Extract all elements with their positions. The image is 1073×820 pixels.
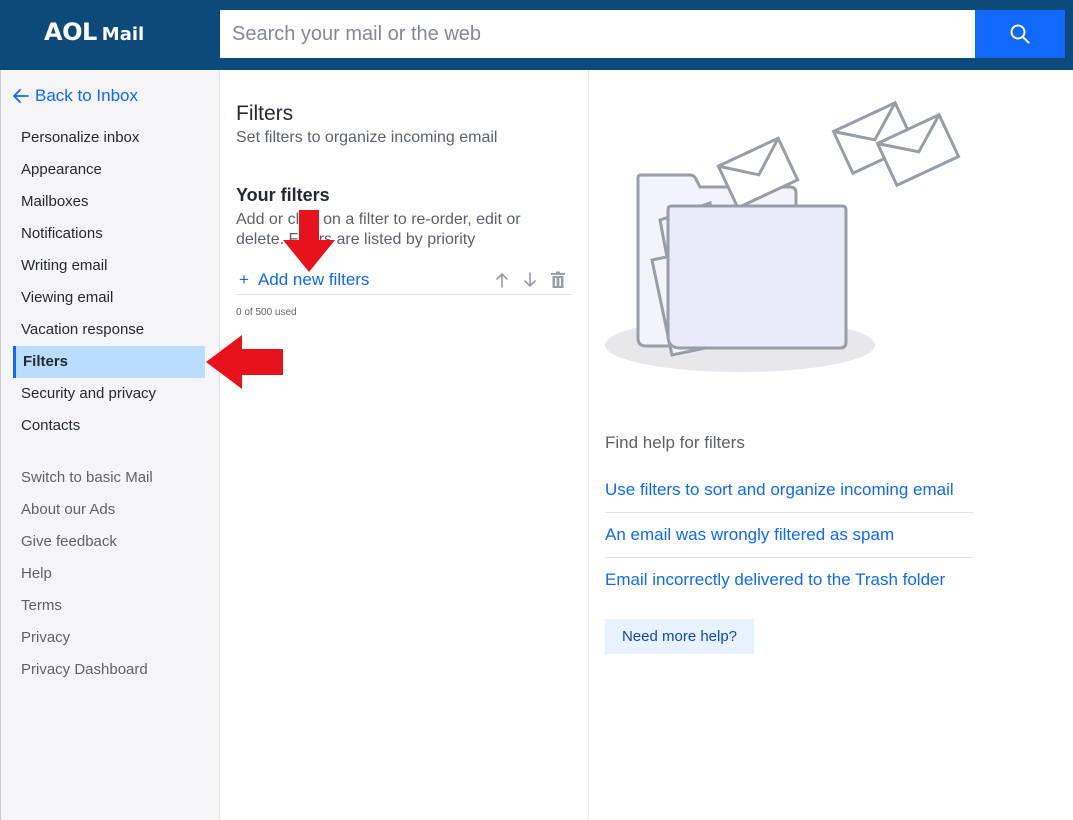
add-new-filters-label: Add new filters <box>257 270 370 289</box>
sidebar-item-viewing-email[interactable]: Viewing email <box>21 289 113 306</box>
help-link-delivered-to-trash[interactable]: Email incorrectly delivered to the Trash… <box>605 570 973 602</box>
help-link-use-filters[interactable]: Use filters to sort and organize incomin… <box>605 480 973 513</box>
logo-product: Mail <box>101 24 145 45</box>
logo-brand: AOL <box>44 18 97 46</box>
sidebar-item-personalize-inbox[interactable]: Personalize inbox <box>21 129 139 146</box>
arrow-up-icon[interactable] <box>494 271 510 289</box>
aol-mail-logo[interactable]: AOL Mail <box>44 18 144 46</box>
sidebar-link-about-our-ads[interactable]: About our Ads <box>21 501 115 518</box>
sidebar-link-terms[interactable]: Terms <box>21 597 62 614</box>
section-title: Your filters <box>236 185 330 205</box>
add-new-filters-button[interactable]: + Add new filters <box>239 270 369 290</box>
sidebar-item-filters[interactable]: Filters <box>13 346 205 378</box>
filters-toolbar: + Add new filters <box>236 268 572 295</box>
red-arrow-down-annotation <box>283 210 335 272</box>
filters-panel: Filters Set filters to organize incoming… <box>221 70 589 820</box>
sidebar-item-appearance[interactable]: Appearance <box>21 161 102 178</box>
arrow-left-icon <box>13 89 29 103</box>
page-subtitle: Set filters to organize incoming email <box>236 129 498 146</box>
search-input[interactable] <box>220 10 975 58</box>
page-title: Filters <box>236 102 294 125</box>
back-to-inbox-link[interactable]: Back to Inbox <box>13 86 138 106</box>
sidebar-item-writing-email[interactable]: Writing email <box>21 257 107 274</box>
sidebar-link-privacy[interactable]: Privacy <box>21 629 70 646</box>
settings-sidebar: Back to Inbox Personalize inbox Appearan… <box>0 70 220 820</box>
need-more-help-button[interactable]: Need more help? <box>605 619 754 654</box>
folder-envelopes-illustration <box>605 100 961 372</box>
top-bar: AOL Mail <box>0 0 1073 70</box>
sidebar-link-switch-to-basic-mail[interactable]: Switch to basic Mail <box>21 469 153 486</box>
sidebar-item-vacation-response[interactable]: Vacation response <box>21 321 144 338</box>
red-arrow-left-annotation <box>206 335 283 389</box>
help-link-wrongly-filtered-spam[interactable]: An email was wrongly filtered as spam <box>605 525 973 558</box>
search-button[interactable] <box>975 10 1065 58</box>
sidebar-item-notifications[interactable]: Notifications <box>21 225 103 242</box>
trash-icon[interactable] <box>549 271 567 289</box>
filters-usage-count: 0 of 500 used <box>236 307 297 318</box>
arrow-down-icon[interactable] <box>522 271 538 289</box>
sidebar-link-help[interactable]: Help <box>21 565 52 582</box>
help-panel: Find help for filters Use filters to sor… <box>590 70 1073 820</box>
sidebar-link-give-feedback[interactable]: Give feedback <box>21 533 117 550</box>
search-icon <box>1010 24 1030 44</box>
sidebar-item-contacts[interactable]: Contacts <box>21 417 80 434</box>
help-title: Find help for filters <box>605 433 745 452</box>
sidebar-item-security-and-privacy[interactable]: Security and privacy <box>21 385 156 402</box>
sidebar-item-mailboxes[interactable]: Mailboxes <box>21 193 89 210</box>
sidebar-link-privacy-dashboard[interactable]: Privacy Dashboard <box>21 661 148 678</box>
plus-icon: + <box>239 270 249 289</box>
back-to-inbox-label: Back to Inbox <box>35 86 139 105</box>
